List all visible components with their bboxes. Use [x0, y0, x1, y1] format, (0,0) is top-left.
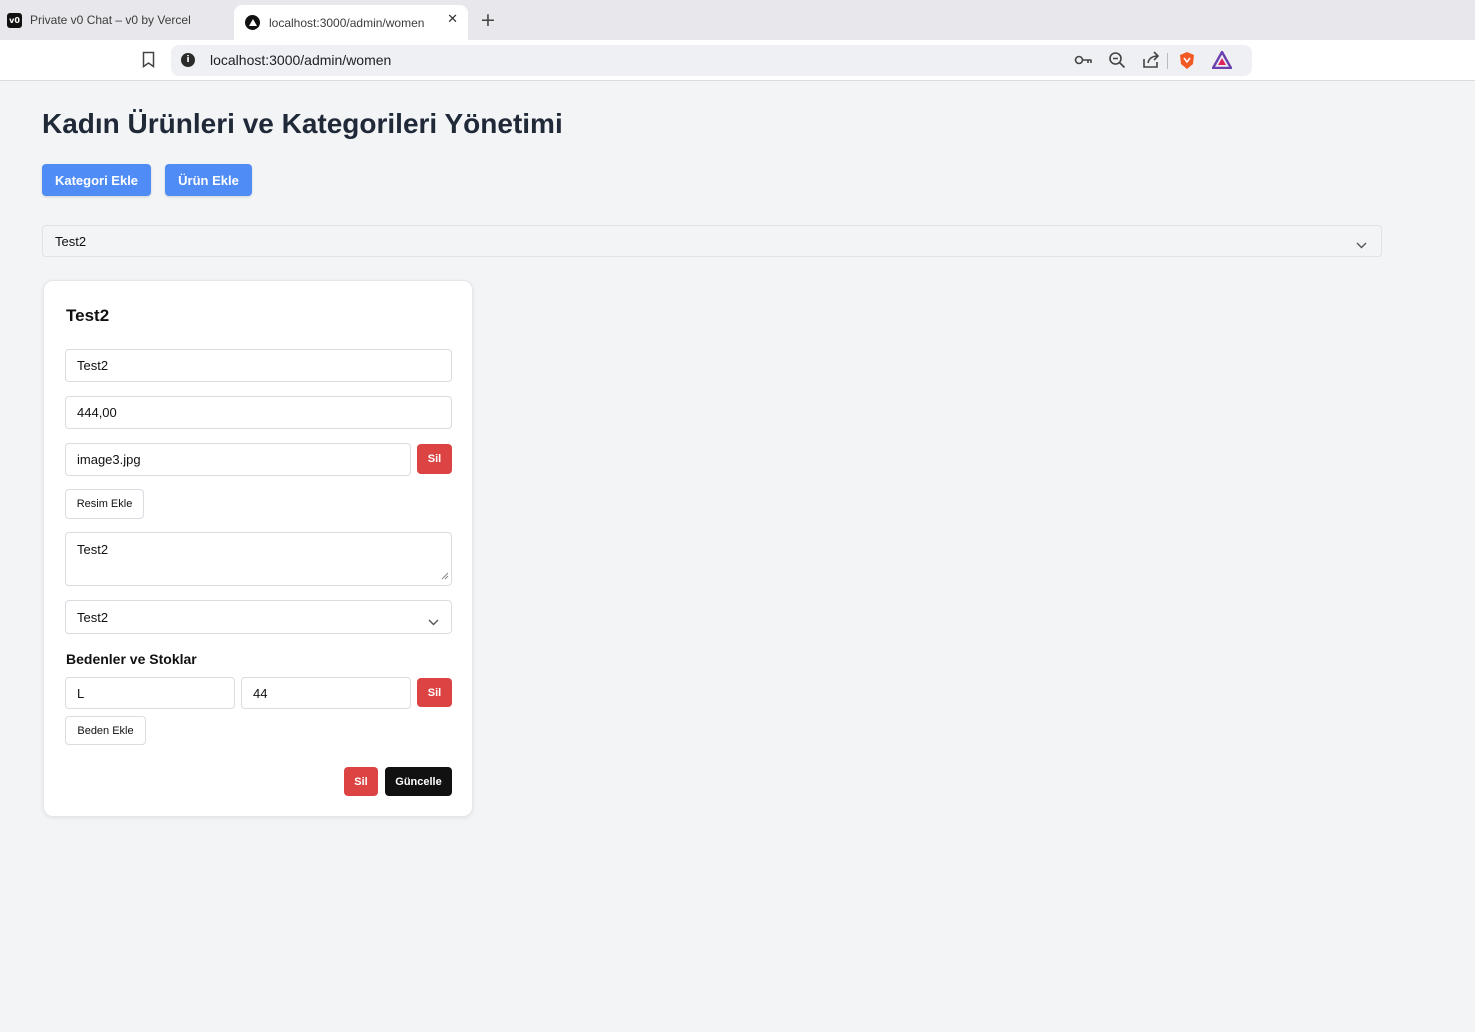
browser-toolbar: i localhost:3000/admin/women [0, 40, 1475, 81]
brave-rewards-icon[interactable] [1210, 49, 1234, 74]
browser-tab-admin-women[interactable]: localhost:3000/admin/women ✕ [234, 5, 468, 40]
bookmark-icon[interactable] [142, 51, 155, 73]
delete-product-button[interactable]: Sil [344, 767, 378, 796]
tab-label: Private v0 Chat – v0 by Vercel [30, 13, 191, 27]
product-category-value: Test2 [77, 609, 109, 625]
page-title: Kadın Ürünleri ve Kategorileri Yönetimi [42, 108, 563, 139]
close-tab-icon[interactable]: ✕ [447, 12, 458, 27]
url-text[interactable]: localhost:3000/admin/women [210, 52, 391, 68]
description-text: Test2 [77, 542, 109, 557]
add-category-button[interactable]: Kategori Ekle [42, 164, 151, 196]
stock-input[interactable]: 44 [241, 677, 411, 709]
delete-image-button[interactable]: Sil [417, 444, 452, 474]
share-icon[interactable] [1142, 51, 1160, 74]
vercel-triangle-icon [245, 15, 260, 30]
size-input[interactable]: L [65, 677, 235, 709]
key-icon[interactable] [1074, 51, 1094, 74]
add-image-button[interactable]: Resim Ekle [65, 489, 144, 519]
zoom-out-icon[interactable] [1108, 51, 1126, 74]
site-info-icon[interactable]: i [181, 53, 195, 67]
category-select[interactable]: Test2 [42, 225, 1382, 257]
chevron-down-icon [1356, 237, 1367, 252]
update-product-button[interactable]: Güncelle [385, 767, 452, 796]
resize-grip-icon[interactable] [441, 568, 449, 583]
add-product-button[interactable]: Ürün Ekle [165, 164, 252, 196]
v0-icon: v0 [7, 12, 22, 28]
toolbar-divider [1167, 53, 1168, 69]
sizes-stock-heading: Bedenler ve Stoklar [66, 651, 197, 667]
product-price-input[interactable]: 444,00 [65, 396, 452, 429]
image-url-input[interactable]: image3.jpg [65, 443, 411, 476]
browser-tab-v0-chat[interactable]: v0 Private v0 Chat – v0 by Vercel [0, 5, 230, 35]
category-select-value: Test2 [55, 234, 87, 249]
new-tab-icon[interactable]: + [480, 9, 496, 31]
product-description-textarea[interactable]: Test2 [65, 532, 452, 586]
product-card-title: Test2 [66, 306, 110, 325]
tab-label: localhost:3000/admin/women [269, 15, 425, 30]
product-name-input[interactable]: Test2 [65, 349, 452, 382]
delete-size-button[interactable]: Sil [417, 678, 452, 707]
brave-shields-icon[interactable] [1178, 51, 1196, 75]
product-card: Test2 Test2 444,00 image3.jpg Sil Resim … [43, 280, 473, 817]
browser-tab-bar: v0 Private v0 Chat – v0 by Vercel localh… [0, 0, 1475, 40]
chevron-down-icon [428, 614, 439, 629]
product-category-select[interactable]: Test2 [65, 600, 452, 634]
add-size-button[interactable]: Beden Ekle [65, 716, 146, 745]
address-bar[interactable]: i localhost:3000/admin/women [171, 45, 1252, 76]
